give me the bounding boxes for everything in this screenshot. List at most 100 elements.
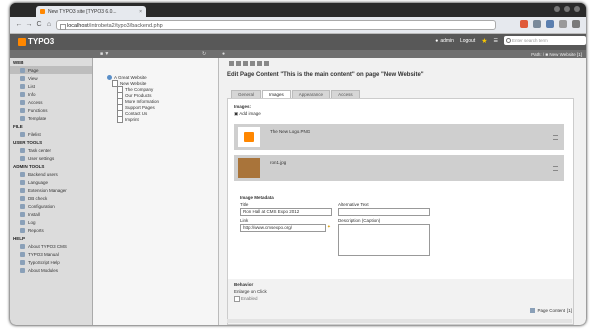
url-path: /introbeta2/typo3/backend.php xyxy=(88,23,163,29)
bookmark-star-icon[interactable]: ★ xyxy=(481,37,487,45)
address-bar[interactable]: localhost/introbeta2/typo3/backend.php xyxy=(56,20,496,30)
link-field[interactable]: http://www.cmsexpo.org/ xyxy=(240,224,326,232)
save-close-icon[interactable] xyxy=(250,61,255,66)
tab-title: New TYPO3 site [TYPO3 6.0... xyxy=(48,8,117,15)
title-field[interactable]: Ron Hall at CMS Expo 2012 xyxy=(240,208,332,216)
page-icon xyxy=(60,24,66,30)
save-new-icon[interactable] xyxy=(257,61,262,66)
wrench-menu-icon[interactable] xyxy=(572,20,580,28)
module-item[interactable]: Backend users xyxy=(10,170,92,178)
module-item[interactable]: About Modules xyxy=(10,266,92,274)
module-item[interactable]: Info xyxy=(10,90,92,98)
module-section-heading[interactable]: ADMIN TOOLS xyxy=(10,162,92,170)
typo3-logo-icon xyxy=(18,37,26,46)
close-window-button[interactable] xyxy=(574,6,580,12)
module-item[interactable]: TypoScript Help xyxy=(10,258,92,266)
module-item[interactable]: Access xyxy=(10,98,92,106)
module-item[interactable]: Page xyxy=(10,66,92,74)
module-item-label: Reports xyxy=(28,227,44,233)
add-image-button[interactable]: ▣ Add image xyxy=(234,111,261,117)
drag-handle-icon[interactable] xyxy=(553,166,558,171)
module-item-label: DB check xyxy=(28,195,48,201)
drag-handle-icon[interactable] xyxy=(553,135,558,140)
search-input[interactable]: Enter search term xyxy=(504,36,586,45)
module-item-label: List xyxy=(28,83,36,89)
module-item[interactable]: TYPO3 Manual xyxy=(10,250,92,258)
page-content-link[interactable]: Page Content [1] xyxy=(530,308,572,313)
enabled-checkbox[interactable] xyxy=(234,296,240,302)
extension-icon[interactable] xyxy=(533,20,541,28)
alt-text-field[interactable] xyxy=(338,208,430,216)
tree-node-label: Contact Us xyxy=(125,110,148,116)
module-item[interactable]: Extension Manager xyxy=(10,186,92,194)
module-item[interactable]: Log xyxy=(10,218,92,226)
module-item[interactable]: Task center xyxy=(10,146,92,154)
module-item-label: Configuration xyxy=(28,203,55,209)
logout-button[interactable]: Logout xyxy=(460,38,475,44)
forward-icon[interactable]: → xyxy=(25,21,33,29)
module-item-label: Access xyxy=(28,99,43,105)
tab-close-icon[interactable]: × xyxy=(139,9,142,15)
tree-refresh-icon[interactable]: ↻ xyxy=(202,51,206,57)
module-item[interactable]: DB check xyxy=(10,194,92,202)
module-item[interactable]: About TYPO3 CMS xyxy=(10,242,92,250)
extension-icon[interactable] xyxy=(546,20,554,28)
module-icon xyxy=(20,115,25,121)
undo-icon[interactable] xyxy=(264,61,269,66)
add-image-icon: ▣ xyxy=(234,111,239,116)
module-section-heading[interactable]: FILE xyxy=(10,122,92,130)
module-icon xyxy=(20,211,25,217)
enabled-label: Enabled xyxy=(241,296,258,301)
tree-filter-icon[interactable]: ■ ▼ xyxy=(100,51,109,57)
module-item[interactable]: Functions xyxy=(10,106,92,114)
module-item[interactable]: Template xyxy=(10,114,92,122)
description-label: Description (Caption) xyxy=(338,218,381,223)
description-field[interactable] xyxy=(338,224,430,256)
link-wizard-icon[interactable]: ✦ xyxy=(327,224,331,230)
save-icon[interactable] xyxy=(236,61,241,66)
reload-icon[interactable]: C xyxy=(35,21,43,29)
module-section-heading[interactable]: USER TOOLS xyxy=(10,138,92,146)
browser-extensions xyxy=(520,20,580,28)
module-icon xyxy=(20,155,25,161)
browser-toolbar: ← → C ⌂ localhost/introbeta2/typo3/backe… xyxy=(10,17,586,34)
module-section-heading[interactable]: HELP xyxy=(10,234,92,242)
module-item[interactable]: View xyxy=(10,74,92,82)
footer-label: Page Content xyxy=(537,308,565,313)
user-icon: ● xyxy=(435,37,439,44)
toolbar-menu-icon[interactable]: ☰ xyxy=(494,38,498,44)
module-item[interactable]: List xyxy=(10,82,92,90)
help-icon[interactable]: ● xyxy=(222,51,225,57)
tree-node-label: Imprint xyxy=(125,116,139,122)
image-row[interactable]: ron1.jpg xyxy=(234,155,564,181)
browser-tab[interactable]: New TYPO3 site [TYPO3 6.0... × xyxy=(36,6,146,17)
module-item[interactable]: Language xyxy=(10,178,92,186)
page-title: Edit Page Content "This is the main cont… xyxy=(227,72,424,78)
module-item[interactable]: Install xyxy=(10,210,92,218)
back-icon[interactable]: ← xyxy=(15,21,23,29)
maximize-button[interactable] xyxy=(564,6,570,12)
module-item[interactable]: Configuration xyxy=(10,202,92,210)
minimize-button[interactable] xyxy=(554,6,560,12)
module-item[interactable]: Filelist xyxy=(10,130,92,138)
close-doc-icon[interactable] xyxy=(229,61,234,66)
module-item-label: About Modules xyxy=(28,267,59,273)
home-icon[interactable]: ⌂ xyxy=(45,21,53,29)
user-menu[interactable]: ● admin xyxy=(435,38,454,44)
module-item[interactable]: User settings xyxy=(10,154,92,162)
module-icon xyxy=(20,187,25,193)
save-view-icon[interactable] xyxy=(243,61,248,66)
image-row[interactable]: The New Logo.PNG xyxy=(234,124,564,150)
module-item-label: User settings xyxy=(28,155,55,161)
module-icon xyxy=(20,67,25,73)
horizontal-scrollbar[interactable] xyxy=(227,319,572,323)
tree-node[interactable]: Imprint xyxy=(107,115,159,123)
topbar-right: ● admin Logout ★ ☰ Enter search term xyxy=(435,36,586,45)
extension-icon[interactable] xyxy=(520,20,528,28)
module-item[interactable]: Reports xyxy=(10,226,92,234)
module-item-label: TypoScript Help xyxy=(28,259,60,265)
image-name: ron1.jpg xyxy=(270,160,287,165)
content-element-icon xyxy=(530,308,536,313)
module-section-heading[interactable]: WEB xyxy=(10,58,92,66)
extension-icon[interactable] xyxy=(559,20,567,28)
